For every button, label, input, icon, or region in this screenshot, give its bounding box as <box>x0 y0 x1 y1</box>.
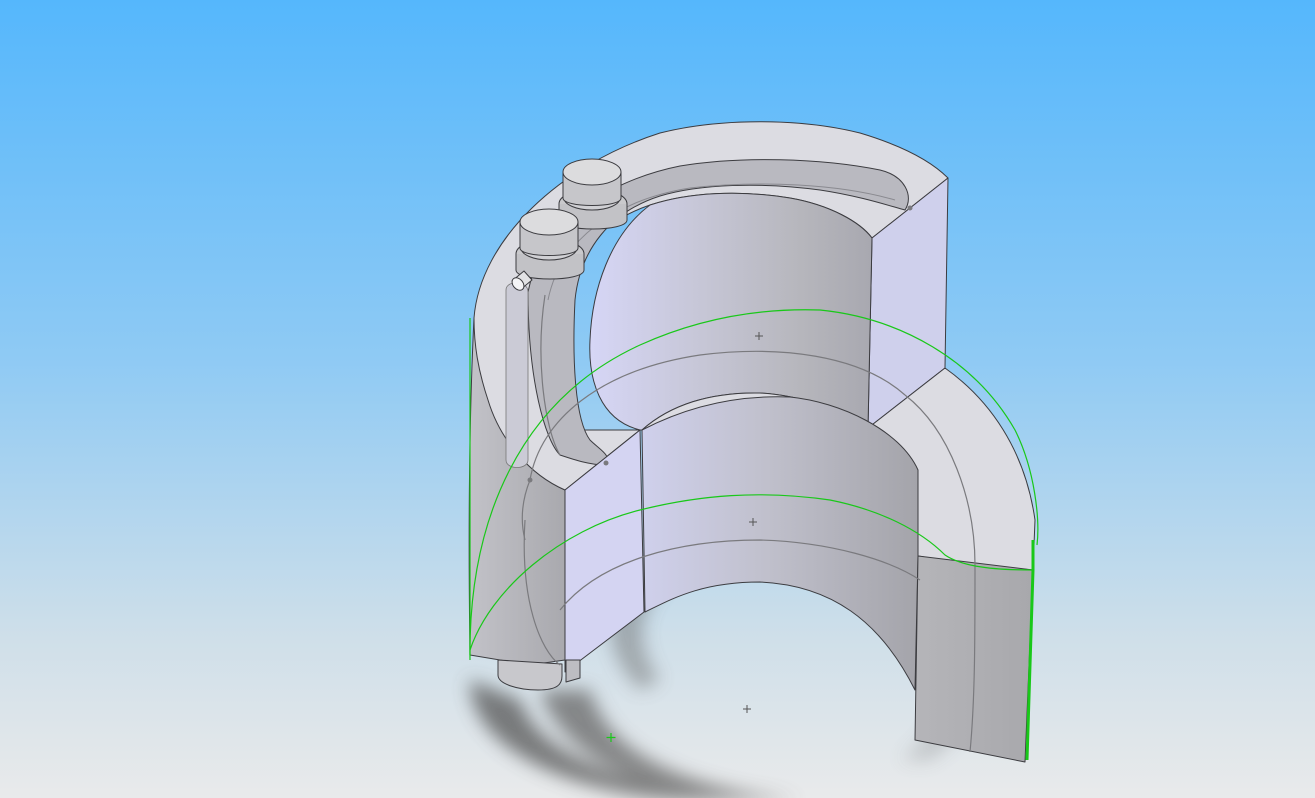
bolt-2[interactable] <box>515 208 585 280</box>
bottom-pin-side <box>565 659 581 683</box>
vertical-bore[interactable] <box>505 282 529 468</box>
model-viewport[interactable] <box>0 0 1315 798</box>
cad-scene[interactable] <box>0 0 1315 798</box>
